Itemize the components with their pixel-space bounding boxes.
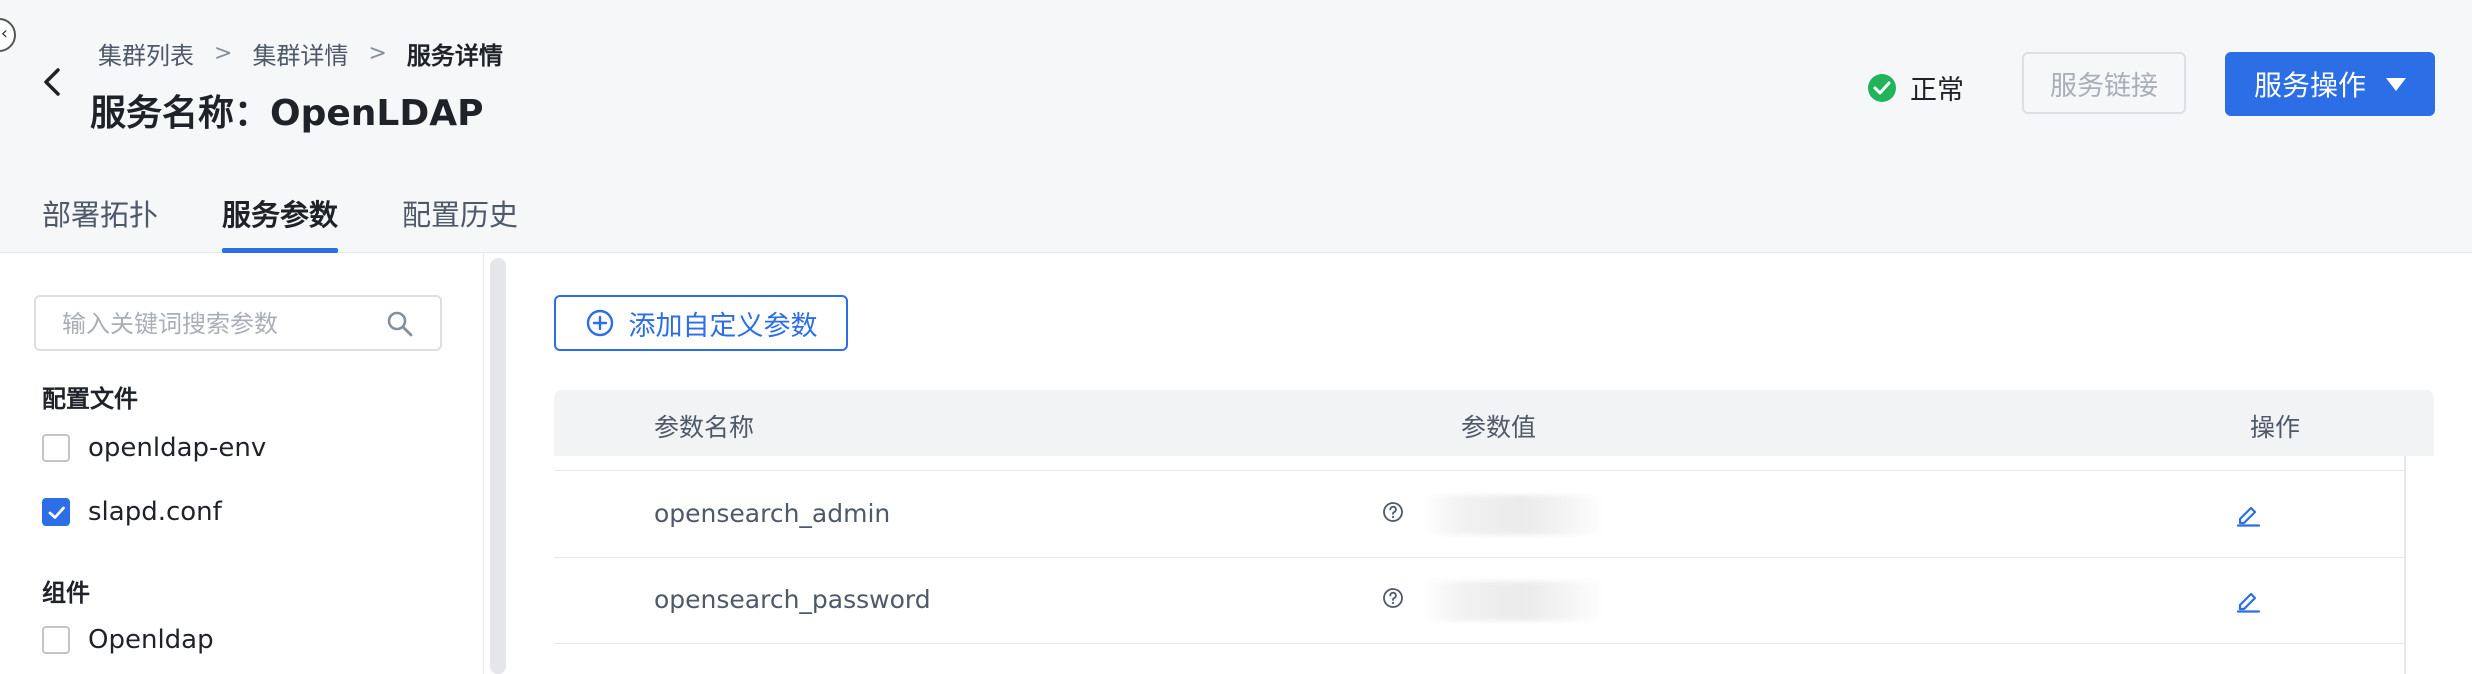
table-row: opensearch_admin [554, 470, 2404, 558]
checkbox[interactable] [42, 626, 70, 654]
search-icon[interactable] [386, 310, 414, 338]
header-action: 操作 [2250, 413, 2301, 442]
check-circle-icon [1868, 73, 1896, 102]
masked-param-value [1424, 581, 1604, 621]
service-link-button[interactable]: 服务链接 [2022, 52, 2186, 114]
param-name: opensearch_admin [654, 499, 891, 528]
checkbox-checked[interactable] [42, 498, 70, 526]
header-param-name: 参数名称 [654, 413, 755, 442]
param-table: 参数名称 参数值 操作 opensearch_admin opensearch_… [554, 390, 2434, 674]
table-header: 参数名称 参数值 操作 [554, 390, 2434, 456]
filter-label: openldap-env [88, 433, 267, 463]
tab-config-history[interactable]: 配置历史 [402, 192, 518, 252]
help-circle-icon[interactable] [1382, 587, 1404, 609]
chevron-right-icon: > [368, 41, 387, 66]
page-title: 服务名称：OpenLDAP [90, 93, 484, 134]
collapse-toggle-icon[interactable]: ‹ [0, 18, 16, 52]
checkbox[interactable] [42, 434, 70, 462]
status-indicator: 正常 [1868, 68, 1964, 107]
search-input[interactable] [60, 305, 384, 343]
filter-label: Openldap [88, 625, 214, 655]
service-ops-label: 服务操作 [2253, 69, 2366, 102]
breadcrumb-cluster-list[interactable]: 集群列表 [98, 36, 194, 71]
header-param-value: 参数值 [1461, 413, 1537, 442]
service-link-label: 服务链接 [2050, 70, 2158, 102]
filter-label: slapd.conf [88, 497, 222, 527]
add-custom-param-label: 添加自定义参数 [628, 310, 818, 342]
check-icon [48, 506, 65, 519]
table-row: opensearch_password [554, 557, 2404, 644]
edit-icon[interactable] [2234, 587, 2262, 613]
sidebar-scrollbar[interactable] [490, 258, 506, 674]
status-text: 正常 [1910, 75, 1964, 106]
search-box [34, 295, 442, 351]
param-filter-sidebar: 配置文件 openldap-env slapd.conf 组件 Openldap [0, 253, 484, 674]
breadcrumb-service-detail: 服务详情 [406, 42, 503, 70]
components-title: 组件 [42, 579, 90, 607]
filter-slapd-conf[interactable]: slapd.conf [42, 497, 222, 527]
filter-openldap-component[interactable]: Openldap [42, 625, 214, 655]
caret-down-icon [2386, 77, 2406, 91]
back-button[interactable] [36, 64, 72, 100]
page-header: ‹ 集群列表 > 集群详情 > 服务详情 服务名称：OpenLDAP 正常 服务… [0, 0, 2472, 253]
edit-icon[interactable] [2234, 501, 2262, 527]
tab-service-params[interactable]: 服务参数 [222, 192, 339, 253]
table-body: opensearch_admin opensearch_password [554, 456, 2406, 674]
back-arrow-icon [44, 68, 60, 96]
masked-param-value [1424, 495, 1604, 535]
help-circle-icon[interactable] [1382, 501, 1404, 523]
breadcrumb: 集群列表 > 集群详情 > 服务详情 [98, 36, 503, 71]
breadcrumb-cluster-detail[interactable]: 集群详情 [252, 36, 348, 71]
config-files-title: 配置文件 [42, 385, 138, 413]
param-content: 添加自定义参数 参数名称 参数值 操作 opensearch_admin ope… [507, 253, 2472, 674]
filter-openldap-env[interactable]: openldap-env [42, 433, 266, 463]
add-custom-param-button[interactable]: 添加自定义参数 [554, 295, 848, 351]
tab-bar: 部署拓扑 服务参数 配置历史 [42, 192, 518, 253]
tab-deploy-topology[interactable]: 部署拓扑 [42, 192, 158, 252]
chevron-right-icon: > [214, 41, 233, 66]
plus-circle-icon [586, 309, 613, 337]
service-ops-button[interactable]: 服务操作 [2225, 52, 2435, 116]
param-name: opensearch_password [654, 585, 931, 614]
